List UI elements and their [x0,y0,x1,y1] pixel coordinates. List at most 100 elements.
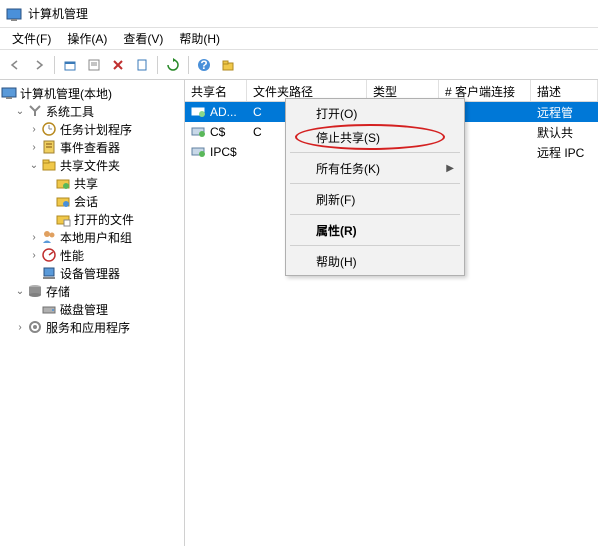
cell-path: C [253,105,262,119]
menu-view[interactable]: 查看(V) [115,28,171,49]
collapse-icon[interactable]: ⌄ [14,106,26,117]
tree-label: 事件查看器 [60,139,120,156]
clock-icon [41,121,57,137]
ctx-refresh[interactable]: 刷新(F) [288,187,462,211]
expand-icon[interactable]: › [28,250,40,261]
shared-folder-icon [41,157,57,173]
ctx-label: 停止共享(S) [316,129,380,146]
share-item-icon [191,105,207,119]
tree-local-users[interactable]: › 本地用户和组 [0,228,184,246]
tree-shared-folders[interactable]: ⌄ 共享文件夹 [0,156,184,174]
tree-event-viewer[interactable]: › 事件查看器 [0,138,184,156]
share-item-icon [191,145,207,159]
main-area: 计算机管理(本地) ⌄ 系统工具 › 任务计划程序 › 事件查看器 ⌄ 共享文件… [0,80,598,546]
device-icon [41,265,57,281]
tree-device-manager[interactable]: 设备管理器 [0,264,184,282]
app-icon [6,6,22,22]
tree-performance[interactable]: › 性能 [0,246,184,264]
ctx-properties[interactable]: 属性(R) [288,218,462,242]
collapse-icon[interactable]: ⌄ [14,286,26,297]
ctx-open[interactable]: 打开(O) [288,101,462,125]
toolbar: ? [0,50,598,80]
ctx-label: 所有任务(K) [316,160,380,177]
ctx-stop-sharing[interactable]: 停止共享(S) [288,125,462,149]
title-bar: 计算机管理 [0,0,598,28]
col-desc[interactable]: 描述 [531,80,598,101]
users-icon [41,229,57,245]
tree-open-files[interactable]: 打开的文件 [0,210,184,228]
tree-label: 磁盘管理 [60,301,108,318]
forward-button[interactable] [28,54,50,76]
share-icon [55,175,71,191]
computer-icon [1,85,17,101]
tree-disk-mgmt[interactable]: 磁盘管理 [0,300,184,318]
ctx-help[interactable]: 帮助(H) [288,249,462,273]
tree-sessions[interactable]: 会话 [0,192,184,210]
cell-name: IPC$ [210,145,237,159]
ctx-separator [290,183,460,184]
expand-icon[interactable]: › [28,232,40,243]
expand-icon[interactable]: › [28,142,40,153]
col-share-name[interactable]: 共享名 [185,80,247,101]
tree-label: 共享文件夹 [60,157,120,174]
expand-icon[interactable]: › [14,322,26,333]
tree-task-scheduler[interactable]: › 任务计划程序 [0,120,184,138]
tools-icon [27,103,43,119]
cell-desc: 远程 IPC [537,144,584,161]
tree-label: 设备管理器 [60,265,120,282]
list-pane: 共享名 文件夹路径 类型 # 客户端连接 描述 AD... C s 0 远程管 … [185,80,598,546]
tree-label: 存储 [46,283,70,300]
share-item-icon [191,125,207,139]
refresh-button[interactable] [162,54,184,76]
tree-label: 任务计划程序 [60,121,132,138]
tree-root[interactable]: 计算机管理(本地) [0,84,184,102]
ctx-separator [290,245,460,246]
ctx-separator [290,214,460,215]
tree-label: 共享 [74,175,98,192]
disk-icon [41,301,57,317]
expand-icon[interactable]: › [28,124,40,135]
ctx-label: 打开(O) [316,105,357,122]
menu-help[interactable]: 帮助(H) [171,28,228,49]
properties-button[interactable] [83,54,105,76]
ctx-label: 帮助(H) [316,253,357,270]
tree-label: 系统工具 [46,103,94,120]
toolbar-separator [188,56,189,74]
delete-button[interactable] [107,54,129,76]
ctx-all-tasks[interactable]: 所有任务(K) ▶ [288,156,462,180]
collapse-icon[interactable]: ⌄ [28,160,40,171]
tree-label: 打开的文件 [74,211,134,228]
toolbar-separator [54,56,55,74]
ctx-separator [290,152,460,153]
tree-label: 服务和应用程序 [46,319,130,336]
new-share-button[interactable] [217,54,239,76]
menu-bar: 文件(F) 操作(A) 查看(V) 帮助(H) [0,28,598,50]
menu-file[interactable]: 文件(F) [4,28,59,49]
cell-desc: 默认共 [537,124,573,141]
storage-icon [27,283,43,299]
ctx-label: 属性(R) [316,222,357,239]
help-button[interactable]: ? [193,54,215,76]
tree-services-apps[interactable]: › 服务和应用程序 [0,318,184,336]
performance-icon [41,247,57,263]
tree-system-tools[interactable]: ⌄ 系统工具 [0,102,184,120]
submenu-arrow-icon: ▶ [446,163,454,174]
cell-path: C [253,125,262,139]
cell-desc: 远程管 [537,104,573,121]
window-title: 计算机管理 [28,5,88,22]
event-icon [41,139,57,155]
export-button[interactable] [131,54,153,76]
ctx-label: 刷新(F) [316,191,355,208]
tree-label: 本地用户和组 [60,229,132,246]
back-button[interactable] [4,54,26,76]
tree-label: 性能 [60,247,84,264]
openfile-icon [55,211,71,227]
menu-action[interactable]: 操作(A) [59,28,115,49]
tree-storage[interactable]: ⌄ 存储 [0,282,184,300]
cell-name: C$ [210,125,225,139]
services-icon [27,319,43,335]
tree-pane: 计算机管理(本地) ⌄ 系统工具 › 任务计划程序 › 事件查看器 ⌄ 共享文件… [0,80,185,546]
up-button[interactable] [59,54,81,76]
toolbar-separator [157,56,158,74]
tree-shares[interactable]: 共享 [0,174,184,192]
